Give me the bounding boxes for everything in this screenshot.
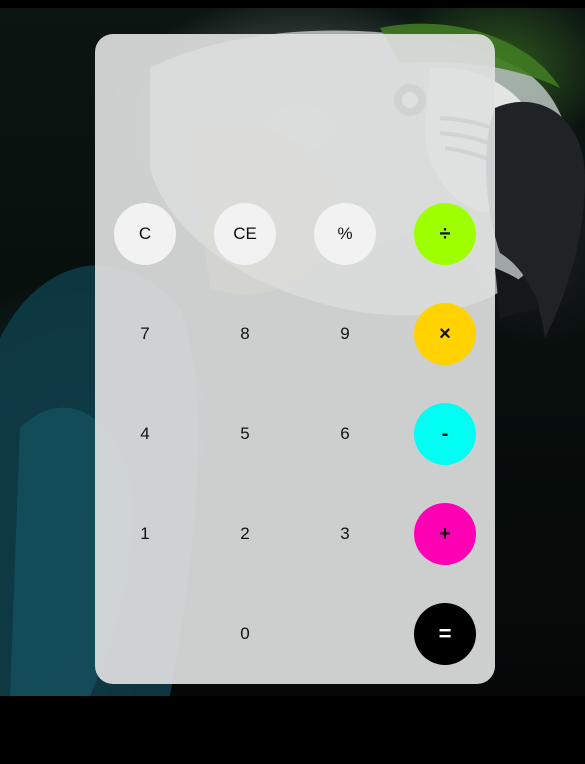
add-button[interactable]: + — [414, 503, 476, 565]
digit-3-button[interactable]: 3 — [314, 503, 376, 565]
calculator-panel: C CE % ÷ 7 8 9 × 4 5 6 - 1 2 3 + 0 = — [95, 34, 495, 684]
app-screen: C CE % ÷ 7 8 9 × 4 5 6 - 1 2 3 + 0 = — [0, 0, 585, 764]
digit-6-button[interactable]: 6 — [314, 403, 376, 465]
digit-8-button[interactable]: 8 — [214, 303, 276, 365]
clear-button[interactable]: C — [114, 203, 176, 265]
digit-0-button[interactable]: 0 — [214, 603, 276, 665]
digit-7-button[interactable]: 7 — [114, 303, 176, 365]
digit-2-button[interactable]: 2 — [214, 503, 276, 565]
digit-1-button[interactable]: 1 — [114, 503, 176, 565]
clear-entry-button[interactable]: CE — [214, 203, 276, 265]
subtract-button[interactable]: - — [414, 403, 476, 465]
percent-button[interactable]: % — [314, 203, 376, 265]
digit-4-button[interactable]: 4 — [114, 403, 176, 465]
calculator-display — [115, 54, 475, 184]
divide-button[interactable]: ÷ — [414, 203, 476, 265]
digit-5-button[interactable]: 5 — [214, 403, 276, 465]
equals-button[interactable]: = — [414, 603, 476, 665]
digit-9-button[interactable]: 9 — [314, 303, 376, 365]
multiply-button[interactable]: × — [414, 303, 476, 365]
